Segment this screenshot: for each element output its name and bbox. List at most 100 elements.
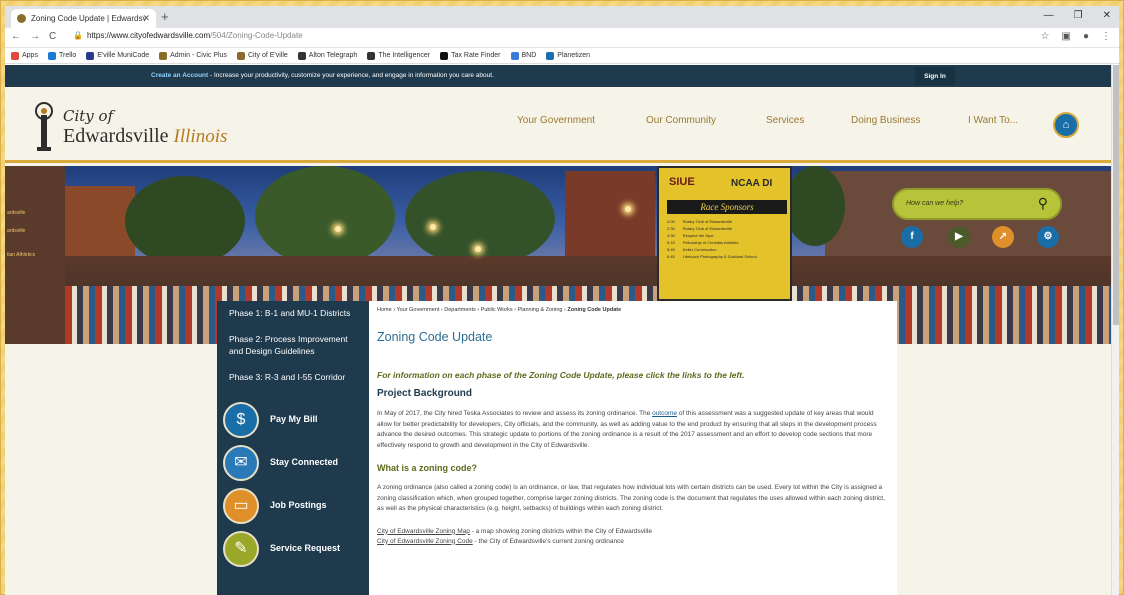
nav-your-government[interactable]: Your Government	[517, 115, 595, 126]
zoning-map-link[interactable]: City of Edwardsville Zoning Map	[377, 528, 470, 535]
home-button[interactable]: ⌂	[1053, 112, 1079, 138]
sidebar-item-phase-3[interactable]: Phase 3: R-3 and I-55 Corridor	[217, 367, 369, 399]
quick-link-service-request[interactable]: ✎ Service Request	[217, 528, 369, 571]
extension-icon[interactable]: ▣	[1062, 31, 1071, 42]
menu-kebab-icon[interactable]: ⋮	[1101, 31, 1111, 42]
account-bar: Create an Account - Increase your produc…	[5, 65, 1111, 87]
bookmark-item[interactable]: Planetizen	[546, 51, 590, 60]
banner-tree	[785, 166, 845, 246]
nav-services[interactable]: Services	[766, 115, 804, 126]
url-host: https://www.cityofedwardsville.com	[86, 31, 211, 40]
breadcrumb: Home › Your Government › Departments › P…	[377, 307, 889, 313]
sponsor-list: 2:00 Rotary Club of Edwardsville 2:30 Rotar…	[667, 218, 785, 260]
sponsor-name: Rotary Club of Edwardsville	[682, 226, 732, 231]
breadcrumb-link[interactable]: Planning & Zoning	[518, 307, 563, 313]
zoning-code-link[interactable]: City of Edwardsville Zoning Code	[377, 538, 473, 545]
search-input[interactable]: How can we help?	[906, 200, 963, 207]
site-favicon-icon	[17, 14, 26, 23]
settings-gear-icon[interactable]: ⚙	[1037, 226, 1059, 248]
nav-our-community[interactable]: Our Community	[646, 115, 716, 126]
bookmark-item[interactable]: Alton Telegraph	[297, 51, 357, 60]
bookmark-item[interactable]: City of E'ville	[236, 51, 288, 60]
sponsor-row: 6:45 Lifetouch Photography & Goddard Scho…	[667, 253, 785, 260]
zoning-map-desc: - a map showing zoning districts within …	[469, 527, 652, 535]
nav-doing-business[interactable]: Doing Business	[851, 115, 920, 126]
sponsor-ncaa-text: NCAA DI	[731, 178, 773, 189]
search-icon[interactable]: ⚲	[1038, 195, 1048, 212]
quick-link-label: Service Request	[270, 543, 341, 553]
banner-left-text: ardsville	[7, 210, 26, 216]
close-window-icon[interactable]: ✕	[1103, 10, 1111, 21]
back-icon[interactable]: ←	[11, 31, 21, 42]
bookmark-favicon-icon	[367, 51, 376, 60]
bookmark-item[interactable]: Apps	[11, 51, 38, 60]
bookmark-item[interactable]: Trello	[47, 51, 76, 60]
logo-name-text: Edwardsville	[63, 125, 169, 147]
scrollbar-thumb[interactable]	[1113, 65, 1119, 325]
tab-title: Zoning Code Update | Edwardsv	[31, 14, 147, 23]
bookmark-item[interactable]: E'ville MuniCode	[86, 51, 149, 60]
heading-project-background: Project Background	[377, 388, 473, 399]
street-light	[625, 206, 631, 212]
logo-name: Edwardsville Illinois	[63, 125, 227, 148]
sponsor-name: Rotary Club of Edwardsville	[682, 219, 732, 224]
browser-tab[interactable]: Zoning Code Update | Edwardsv ✕	[11, 9, 156, 28]
quick-link-pay-my-bill[interactable]: $ Pay My Bill	[217, 399, 369, 442]
bookmark-item[interactable]: The Intelligencer	[367, 51, 431, 60]
quick-link-stay-connected[interactable]: ✉ Stay Connected	[217, 442, 369, 485]
account-bar-message: - Increase your productivity, customize …	[208, 72, 494, 79]
dollar-icon: $	[223, 402, 259, 438]
facebook-icon[interactable]: f	[901, 226, 923, 248]
nav-i-want-to[interactable]: I Want To...	[968, 115, 1018, 126]
url-field[interactable]: 🔒 https://www.cityofedwardsville.com/504/…	[73, 31, 303, 40]
breadcrumb-link[interactable]: Public Works	[481, 307, 513, 313]
street-light	[335, 226, 341, 232]
outcome-link[interactable]: outcome	[652, 410, 677, 417]
street-light	[475, 246, 481, 252]
breadcrumb-link[interactable]: Home	[377, 307, 392, 313]
tab-strip: Zoning Code Update | Edwardsv ✕ + — ❐ ✕	[5, 6, 1119, 28]
sponsor-name: Fellowship of Christian Athletes	[682, 240, 739, 245]
forward-icon[interactable]: →	[30, 31, 40, 42]
logo-state-text: Illinois	[173, 126, 228, 147]
breadcrumb-link[interactable]: Your Government	[396, 307, 439, 313]
sidebar-item-phase-2[interactable]: Phase 2: Process Improvement and Design …	[217, 329, 369, 367]
quick-link-label: Pay My Bill	[270, 414, 318, 424]
wrench-icon: ✎	[223, 531, 259, 567]
create-account-link[interactable]: Create an Account	[151, 72, 208, 79]
bookmark-label: The Intelligencer	[378, 52, 431, 59]
sidebar-item-phase-1[interactable]: Phase 1: B-1 and MU-1 Districts	[217, 301, 369, 329]
share-icon[interactable]: ↗	[992, 226, 1014, 248]
banner-left-sign: ardsville ardsville tian Athletics	[5, 166, 65, 344]
sponsor-row: 5:45 Keller Construction	[667, 246, 785, 253]
sponsor-time: 6:45	[667, 254, 675, 259]
reload-icon[interactable]: C	[49, 31, 56, 42]
breadcrumb-current: Zoning Code Update	[567, 307, 622, 313]
bookmark-favicon-icon	[546, 51, 555, 60]
bookmark-item[interactable]: Tax Rate Finder	[440, 51, 501, 60]
heading-what-is-zoning-code: What is a zoning code?	[377, 463, 478, 473]
bookmark-item[interactable]: Admin - Civic Plus	[159, 51, 227, 60]
page-title: Zoning Code Update	[377, 330, 493, 344]
profile-icon[interactable]: ●	[1083, 31, 1089, 42]
new-tab-button[interactable]: +	[161, 9, 169, 24]
youtube-icon[interactable]: ▶	[948, 226, 970, 248]
minimize-icon[interactable]: —	[1044, 10, 1054, 21]
bookmark-label: Tax Rate Finder	[451, 52, 501, 59]
star-bookmark-icon[interactable]: ☆	[1041, 31, 1050, 42]
site-search[interactable]: How can we help? ⚲	[892, 188, 1062, 220]
close-tab-icon[interactable]: ✕	[142, 13, 150, 24]
bookmark-label: City of E'ville	[247, 52, 288, 59]
page-scrollbar[interactable]	[1111, 65, 1119, 595]
sponsor-time: 5:15	[667, 240, 675, 245]
bookmark-favicon-icon	[47, 51, 56, 60]
zoning-map-line: City of Edwardsville Zoning Map - a map …	[377, 527, 889, 537]
restore-icon[interactable]: ❐	[1074, 10, 1083, 21]
sponsor-name: Lifetouch Photography & Goddard School	[682, 254, 757, 259]
sign-in-button[interactable]: Sign In	[915, 67, 955, 85]
quick-link-job-postings[interactable]: ▭ Job Postings	[217, 485, 369, 528]
breadcrumb-link[interactable]: Departments	[444, 307, 476, 313]
city-logo[interactable]: City of Edwardsville Illinois	[23, 101, 227, 151]
race-sponsors-sign: SIUE NCAA DI Race Sponsors 2:00 Rotary Cl…	[657, 166, 792, 301]
bookmark-item[interactable]: BND	[510, 51, 536, 60]
